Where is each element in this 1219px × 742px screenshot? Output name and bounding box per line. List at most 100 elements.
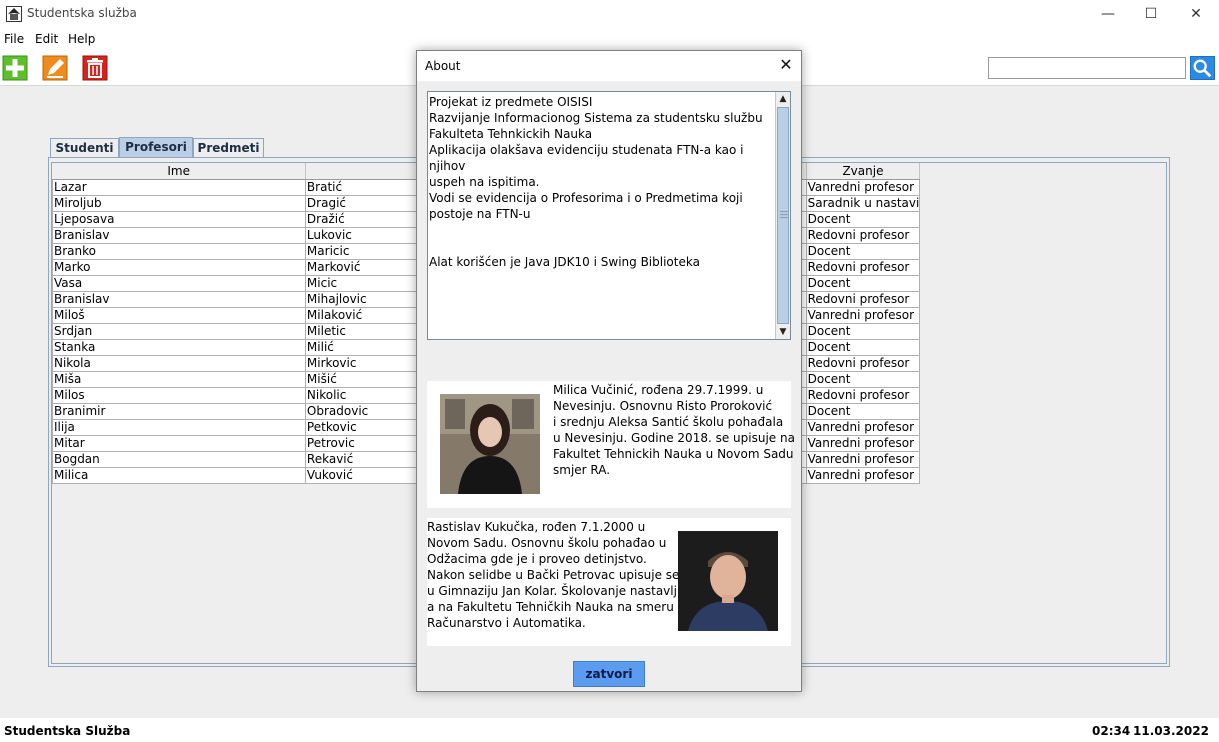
cell-ime[interactable]: Vasa: [52, 274, 306, 292]
cell-ime[interactable]: Nikola: [52, 354, 306, 372]
menu-edit[interactable]: Edit: [35, 32, 58, 46]
cell-zvanje[interactable]: Vanredni profesor: [805, 450, 921, 468]
status-bar: Studentska Služba 02:34 11.03.2022: [0, 718, 1219, 742]
grip-icon: ― ― ―: [780, 207, 788, 222]
author-bio-rastislav: Rastislav Kukučka, rođen 7.1.2000 u Novom…: [427, 518, 791, 646]
bio-line: Odžacima gde je i proveo detinjstvo.: [427, 552, 647, 566]
status-time: 02:34: [1092, 724, 1131, 738]
cell-zvanje[interactable]: Docent: [805, 338, 921, 356]
cell-zvanje[interactable]: Vanredni profesor: [805, 418, 921, 436]
cell-ime[interactable]: Branimir: [52, 402, 306, 420]
about-text-line: Alat korišćen je Java JDK10 i Swing Bibl…: [429, 255, 700, 269]
pencil-icon[interactable]: [42, 55, 68, 81]
cell-ime[interactable]: Mitar: [52, 434, 306, 452]
cell-ime[interactable]: Miroljub: [52, 194, 306, 212]
cell-ime[interactable]: Branko: [52, 242, 306, 260]
trash-icon[interactable]: [82, 55, 108, 81]
tab-studenti[interactable]: Studenti: [50, 138, 119, 157]
bio-line: smjer RA.: [553, 463, 611, 477]
about-text-line: Aplikacija olakšava evidenciju studenata…: [429, 143, 744, 173]
cell-zvanje[interactable]: Docent: [805, 274, 921, 292]
bio-line: i srednju Aleksa Santić školu pohađala: [553, 415, 784, 429]
cell-ime[interactable]: Lazar: [52, 178, 306, 196]
about-text-line: Fakulteta Tehnkickih Nauka: [429, 127, 593, 141]
column-header-ime[interactable]: Ime: [52, 163, 306, 180]
cell-ime[interactable]: Miša: [52, 370, 306, 388]
dialog-title-bar: About ✕: [417, 51, 801, 81]
cell-ime[interactable]: Marko: [52, 258, 306, 276]
cell-ime[interactable]: Srdjan: [52, 322, 306, 340]
cell-ime[interactable]: Bogdan: [52, 450, 306, 468]
cell-zvanje[interactable]: Redovni profesor: [805, 290, 921, 308]
search-input[interactable]: [988, 57, 1186, 79]
cell-zvanje[interactable]: Docent: [805, 210, 921, 228]
title-bar: Studentska služba — ☐ ✕: [0, 0, 1219, 28]
cell-zvanje[interactable]: Redovni profesor: [805, 258, 921, 276]
scroll-thumb[interactable]: ― ― ―: [777, 107, 789, 324]
about-text-line: postoje na FTN-u: [429, 207, 531, 221]
cell-ime[interactable]: Branislav: [52, 226, 306, 244]
cell-zvanje[interactable]: Redovni profesor: [805, 386, 921, 404]
about-text-line: [429, 222, 773, 238]
bio-line: Fakultet Tehnickih Nauka u Novom Sadu: [553, 447, 794, 461]
bio-line: a na Fakultetu Tehničkih Nauka na smeru: [427, 600, 674, 614]
bio-text-rastislav: Rastislav Kukučka, rođen 7.1.2000 u Novom…: [427, 519, 680, 631]
tab-profesori[interactable]: Profesori: [119, 137, 193, 157]
scroll-down-icon[interactable]: ▼: [776, 325, 790, 339]
author-bio-milica: Milica Vučinić, rođena 29.7.1999. u Neves…: [427, 381, 795, 508]
cell-zvanje[interactable]: Docent: [805, 242, 921, 260]
menu-file[interactable]: File: [4, 32, 24, 46]
minimize-icon[interactable]: —: [1098, 4, 1118, 24]
bio-text-milica: Milica Vučinić, rođena 29.7.1999. u Neves…: [553, 382, 795, 478]
cell-ime[interactable]: Stanka: [52, 338, 306, 356]
maximize-icon[interactable]: ☐: [1141, 4, 1161, 24]
about-text-line: uspeh na ispitima.: [429, 175, 540, 189]
bio-line: Milica Vučinić, rođena 29.7.1999. u: [553, 383, 764, 397]
menu-bar: File Edit Help: [0, 28, 1219, 50]
cell-zvanje[interactable]: Vanredni profesor: [805, 434, 921, 452]
plus-icon[interactable]: [2, 55, 28, 81]
cell-zvanje[interactable]: Redovni profesor: [805, 226, 921, 244]
cell-zvanje[interactable]: Docent: [805, 370, 921, 388]
cell-zvanje[interactable]: Docent: [805, 402, 921, 420]
about-dialog: About ✕ Projekat iz predmete OISISI Razvi…: [416, 50, 802, 692]
cell-zvanje[interactable]: Docent: [805, 322, 921, 340]
dialog-title: About: [425, 59, 461, 73]
menu-help[interactable]: Help: [68, 32, 95, 46]
column-header-zvanje[interactable]: Zvanje: [806, 163, 921, 180]
close-dialog-button[interactable]: zatvori: [573, 661, 645, 687]
close-icon[interactable]: ✕: [1186, 4, 1206, 24]
bio-line: u Gimnaziju Jan Kolar. Školovanje nastav…: [427, 584, 677, 598]
bio-line: Rastislav Kukučka, rođen 7.1.2000 u: [427, 520, 646, 534]
cell-ime[interactable]: Ilija: [52, 418, 306, 436]
cell-zvanje[interactable]: Vanredni profesor: [805, 178, 921, 196]
bio-line: Računarstvo i Automatika.: [427, 616, 586, 630]
cell-zvanje[interactable]: Vanredni profesor: [805, 306, 921, 324]
cell-ime[interactable]: Milos: [52, 386, 306, 404]
tab-predmeti[interactable]: Predmeti: [193, 138, 264, 157]
cell-ime[interactable]: Miloš: [52, 306, 306, 324]
status-date: 11.03.2022: [1133, 724, 1209, 738]
cell-zvanje[interactable]: Vanredni profesor: [805, 466, 921, 484]
cell-ime[interactable]: Ljeposava: [52, 210, 306, 228]
about-text-line: Projekat iz predmete OISISI: [429, 95, 593, 109]
bio-line: u Nevesinju. Godine 2018. se upisuje na: [553, 431, 795, 445]
close-icon[interactable]: ✕: [777, 56, 795, 74]
magnifier-icon[interactable]: [1190, 56, 1215, 80]
about-text-content: Projekat iz predmete OISISI Razvijanje In…: [429, 94, 773, 270]
cell-ime[interactable]: Milica: [52, 466, 306, 484]
cell-zvanje[interactable]: Redovni profesor: [805, 354, 921, 372]
scroll-up-icon[interactable]: ▲: [776, 92, 790, 106]
about-text-line: [429, 238, 773, 254]
bio-line: Novom Sadu. Osnovnu školu pohađao u: [427, 536, 667, 550]
window-title: Studentska služba: [27, 6, 137, 20]
cell-ime[interactable]: Branislav: [52, 290, 306, 308]
vertical-scrollbar[interactable]: ▲ ― ― ― ▼: [775, 92, 790, 339]
about-text-area[interactable]: Projekat iz predmete OISISI Razvijanje In…: [427, 91, 791, 340]
app-icon: [6, 6, 22, 22]
about-text-line: Razvijanje Informacionog Sistema za stud…: [429, 111, 763, 125]
cell-zvanje[interactable]: Saradnik u nastavi: [805, 194, 921, 212]
bio-line: Nakon selidbe u Bački Petrovac upisuje s…: [427, 568, 680, 582]
author-photo-rastislav: [678, 531, 778, 631]
about-text-line: Vodi se evidencija o Profesorima i o Pre…: [429, 191, 743, 205]
